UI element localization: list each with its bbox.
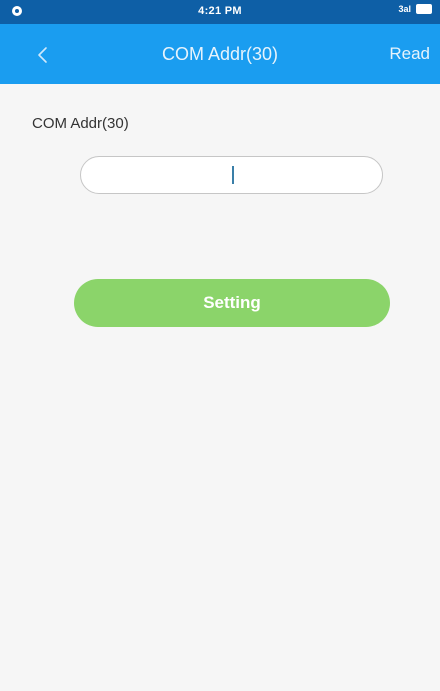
nav-bar: COM Addr(30) Read <box>0 24 440 84</box>
page-title: COM Addr(30) <box>161 44 279 64</box>
signal-label: 3al <box>398 4 411 14</box>
setting-button[interactable]: Setting <box>74 279 390 327</box>
battery-icon <box>416 4 432 14</box>
app-screen: 4:21 PM 3al COM Addr(30) Read COM Addr(3… <box>0 0 440 691</box>
text-caret <box>232 166 234 184</box>
status-bar: 4:21 PM 3al <box>0 0 440 24</box>
com-addr-label: COM Addr(30) <box>32 115 129 132</box>
status-time: 4:21 PM <box>198 5 242 17</box>
status-indicators: 3al <box>398 4 432 14</box>
read-button[interactable]: Read <box>389 44 430 64</box>
com-addr-input-wrapper <box>80 156 383 194</box>
